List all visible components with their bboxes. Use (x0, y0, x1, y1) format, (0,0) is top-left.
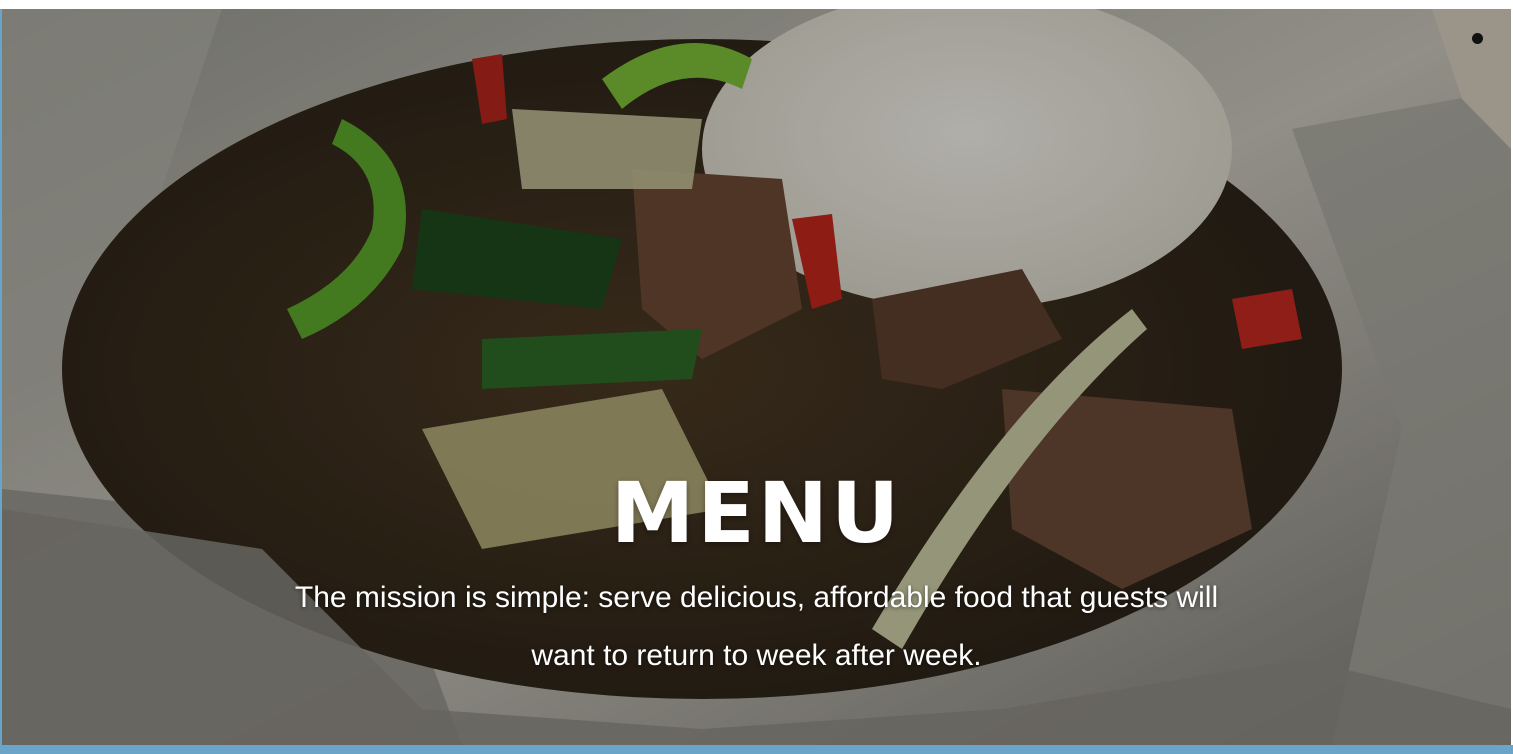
bottom-accent-bar (0, 745, 1513, 754)
slide-indicator-dot[interactable] (1472, 33, 1483, 44)
page: MENU The mission is simple: serve delici… (0, 0, 1513, 754)
menu-hero-section: MENU The mission is simple: serve delici… (2, 9, 1511, 745)
page-title: MENU (610, 464, 903, 563)
left-accent-border (0, 9, 2, 745)
mission-statement: The mission is simple: serve delicious, … (294, 581, 1219, 672)
